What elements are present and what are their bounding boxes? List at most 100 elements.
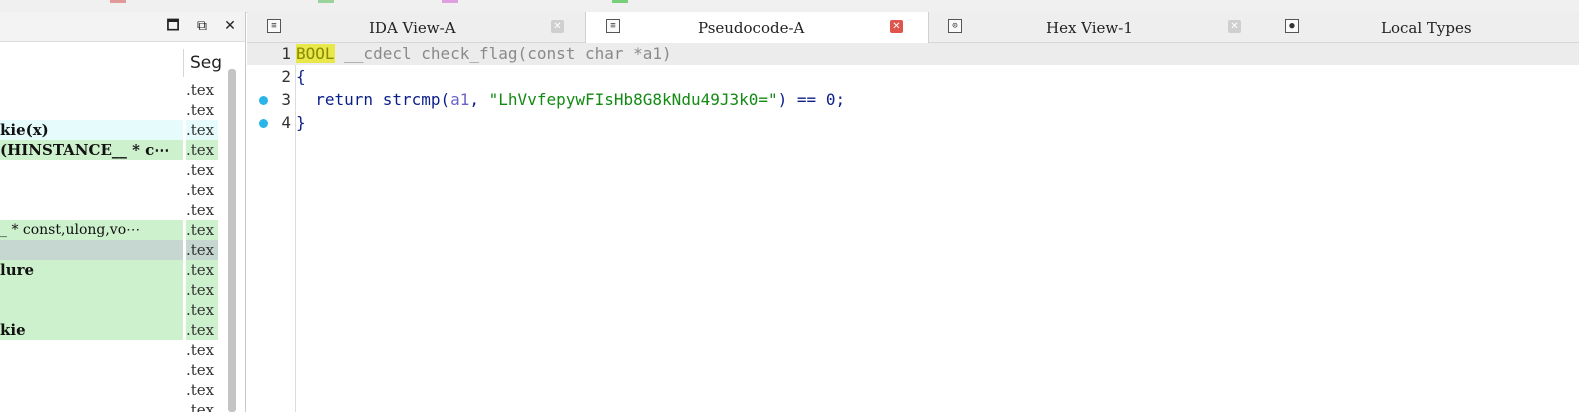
code-token: ; [835, 90, 846, 109]
local-types-icon: ● [1285, 19, 1299, 33]
number-literal[interactable]: 0 [826, 90, 836, 109]
vertical-scrollbar[interactable] [228, 69, 236, 412]
function-name: kie(x) [0, 120, 183, 140]
segment-cell: .tex [186, 300, 218, 320]
breakpoint-icon[interactable] [259, 96, 268, 105]
function-row[interactable]: kie(x) .tex [0, 120, 218, 140]
function-name [0, 280, 183, 300]
function-row[interactable]: _ * const,ulong,vo⋯ .tex [0, 220, 218, 240]
code-text[interactable]: return strcmp(a1, "LhVvfepywFIsHb8G8kNdu… [296, 89, 845, 111]
segment-cell: .tex [186, 361, 215, 379]
segment-cell: .tex [186, 260, 218, 280]
function-name: _ * const,ulong,vo⋯ [0, 220, 183, 240]
tab-bar: ≡ IDA View-A ✕ ≡ Pseudocode-A ✕ ⊙ Hex Vi… [247, 12, 1579, 43]
type-keyword[interactable]: BOOL [296, 44, 335, 63]
pane-titlebar: 🗖 ⧉ ✕ [0, 12, 245, 42]
function-row[interactable]: .tex [0, 200, 218, 220]
pseudocode-editor[interactable]: 1 BOOL __cdecl check_flag(const char *a1… [247, 43, 1579, 412]
text-view-icon: ≡ [606, 19, 620, 33]
code-token: return strcmp( [296, 90, 451, 109]
code-token: , [469, 90, 489, 109]
variable-token[interactable]: a1 [450, 90, 469, 109]
function-name [0, 380, 183, 400]
function-row[interactable]: .tex [0, 240, 218, 260]
function-name [0, 180, 183, 200]
tab-pseudocode[interactable]: ≡ Pseudocode-A ✕ [585, 12, 929, 43]
close-tab-icon[interactable]: ✕ [551, 20, 564, 33]
function-name [0, 160, 183, 180]
breakpoint-icon[interactable] [259, 119, 268, 128]
function-row[interactable]: .tex [0, 80, 218, 100]
close-icon[interactable]: ✕ [220, 16, 240, 36]
tab-label: Local Types [1381, 19, 1472, 37]
segment-cell: .tex [186, 240, 218, 260]
line-number: 4 [281, 113, 291, 132]
function-name: lure [0, 260, 183, 280]
function-row[interactable]: .tex [0, 180, 218, 200]
function-signature[interactable]: __cdecl check_flag(const char *a1) [335, 44, 672, 63]
tab-ida-view[interactable]: ≡ IDA View-A ✕ [247, 12, 585, 42]
function-row[interactable]: (HINSTANCE__ * c⋯ .tex [0, 140, 218, 160]
segment-cell: .tex [186, 161, 215, 179]
segment-cell: .tex [186, 320, 218, 340]
code-text[interactable]: } [296, 112, 306, 134]
segment-cell: .tex [186, 401, 215, 412]
segment-cell: .tex [186, 120, 218, 140]
function-name: kie [0, 320, 183, 340]
tab-local-types[interactable]: ● Local Types [1265, 12, 1579, 42]
line-number: 2 [281, 67, 291, 86]
tab-hex-view[interactable]: ⊙ Hex View-1 ✕ [928, 12, 1264, 42]
toolbar-mark [442, 0, 458, 3]
segment-cell: .tex [186, 140, 218, 160]
segment-cell: .tex [186, 101, 215, 119]
line-number: 3 [281, 90, 291, 109]
tab-label: IDA View-A [369, 19, 456, 37]
segment-cell: .tex [186, 280, 218, 300]
code-line[interactable]: 3 return strcmp(a1, "LhVvfepywFIsHb8G8kN… [247, 89, 1579, 111]
toolbar-mark [318, 0, 334, 3]
function-row[interactable]: .tex [0, 360, 218, 380]
function-name [0, 200, 183, 220]
function-row[interactable]: .tex [0, 100, 218, 120]
function-row[interactable]: kie .tex [0, 320, 218, 340]
functions-pane: 🗖 ⧉ ✕ Seg .tex .tex kie(x) .tex (HINSTANCE__… [0, 12, 246, 412]
segment-cell: .tex [186, 201, 215, 219]
function-name [0, 240, 183, 260]
segment-cell: .tex [186, 341, 215, 359]
restore-icon[interactable]: ⧉ [192, 16, 212, 36]
string-literal[interactable]: "LhVvfepywFIsHb8G8kNdu49J3k0=" [489, 90, 778, 109]
hex-view-icon: ⊙ [948, 19, 962, 33]
function-name [0, 80, 183, 100]
function-row[interactable]: .tex [0, 300, 218, 320]
function-row[interactable]: .tex [0, 340, 218, 360]
code-line[interactable]: 1 BOOL __cdecl check_flag(const char *a1… [247, 43, 1579, 65]
code-line[interactable]: 4 } [247, 112, 1579, 134]
close-tab-icon[interactable]: ✕ [1228, 20, 1241, 33]
function-row[interactable]: .tex [0, 160, 218, 180]
tab-label: Hex View-1 [1046, 19, 1133, 37]
function-name [0, 400, 183, 412]
function-row[interactable]: .tex [0, 400, 218, 412]
text-view-icon: ≡ [267, 19, 281, 33]
segment-cell: .tex [186, 220, 218, 240]
function-row[interactable]: lure .tex [0, 260, 218, 280]
segment-cell: .tex [186, 81, 215, 99]
code-text[interactable]: BOOL __cdecl check_flag(const char *a1) [296, 43, 672, 65]
function-row[interactable]: .tex [0, 380, 218, 400]
functions-list: .tex .tex kie(x) .tex (HINSTANCE__ * c⋯ .tex.… [0, 80, 218, 412]
function-name [0, 100, 183, 120]
line-number: 1 [281, 44, 291, 63]
close-tab-icon[interactable]: ✕ [890, 20, 903, 33]
segment-cell: .tex [186, 181, 215, 199]
function-name [0, 340, 183, 360]
tab-label: Pseudocode-A [698, 19, 805, 37]
code-token: ) == [777, 90, 826, 109]
function-name [0, 360, 183, 380]
code-line[interactable]: 2 { [247, 66, 1579, 88]
toolbar-mark [110, 0, 126, 3]
maximize-icon[interactable]: 🗖 [163, 16, 183, 36]
toolbar-mark [612, 0, 628, 3]
function-name [0, 300, 183, 320]
function-row[interactable]: .tex [0, 280, 218, 300]
code-text[interactable]: { [296, 66, 306, 88]
